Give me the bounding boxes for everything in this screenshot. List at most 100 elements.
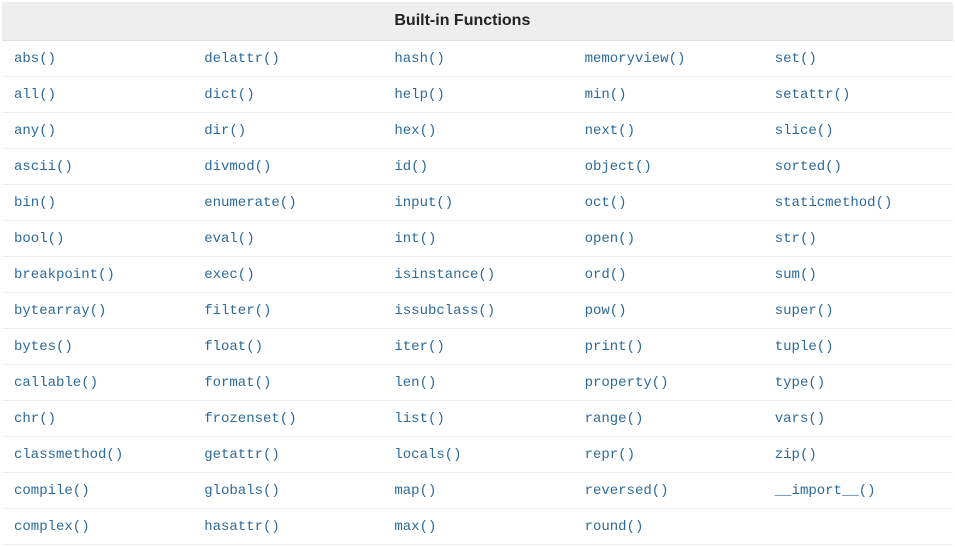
function-link[interactable]: ord() (585, 267, 627, 283)
function-link[interactable]: eval() (204, 231, 254, 247)
table-cell: memoryview() (573, 41, 763, 77)
function-link[interactable]: property() (585, 375, 669, 391)
function-link[interactable]: callable() (14, 375, 98, 391)
table-cell: ascii() (2, 149, 192, 185)
table-cell: any() (2, 113, 192, 149)
function-link[interactable]: help() (394, 87, 444, 103)
function-link[interactable]: format() (204, 375, 271, 391)
function-link[interactable]: list() (394, 411, 444, 427)
function-link[interactable]: next() (585, 123, 635, 139)
table-header-row: Built-in Functions (2, 2, 953, 41)
function-link[interactable]: tuple() (775, 339, 834, 355)
function-link[interactable]: type() (775, 375, 825, 391)
function-link[interactable]: setattr() (775, 87, 851, 103)
header-title: Built-in Functions (382, 2, 572, 41)
function-link[interactable]: hex() (394, 123, 436, 139)
function-link[interactable]: float() (204, 339, 263, 355)
table-cell: locals() (382, 437, 572, 473)
table-cell: isinstance() (382, 257, 572, 293)
function-link[interactable]: len() (394, 375, 436, 391)
function-link[interactable]: ascii() (14, 159, 73, 175)
function-link[interactable]: super() (775, 303, 834, 319)
function-link[interactable]: delattr() (204, 51, 280, 67)
table-cell: tuple() (763, 329, 953, 365)
function-link[interactable]: globals() (204, 483, 280, 499)
table-cell: pow() (573, 293, 763, 329)
function-link[interactable]: enumerate() (204, 195, 296, 211)
function-link[interactable]: all() (14, 87, 56, 103)
function-link[interactable]: issubclass() (394, 303, 495, 319)
function-link[interactable]: iter() (394, 339, 444, 355)
function-link[interactable]: reversed() (585, 483, 669, 499)
function-link[interactable]: getattr() (204, 447, 280, 463)
function-link[interactable]: str() (775, 231, 817, 247)
function-link[interactable]: locals() (394, 447, 461, 463)
table-cell: id() (382, 149, 572, 185)
function-link[interactable]: hasattr() (204, 519, 280, 535)
table-cell: object() (573, 149, 763, 185)
function-link[interactable]: input() (394, 195, 453, 211)
function-link[interactable]: classmethod() (14, 447, 123, 463)
table-cell: dir() (192, 113, 382, 149)
table-cell: issubclass() (382, 293, 572, 329)
function-link[interactable]: pow() (585, 303, 627, 319)
function-link[interactable]: frozenset() (204, 411, 296, 427)
function-link[interactable]: bytes() (14, 339, 73, 355)
function-link[interactable]: range() (585, 411, 644, 427)
function-link[interactable]: memoryview() (585, 51, 686, 67)
function-link[interactable]: id() (394, 159, 428, 175)
function-link[interactable]: zip() (775, 447, 817, 463)
function-link[interactable]: isinstance() (394, 267, 495, 283)
function-link[interactable]: sorted() (775, 159, 842, 175)
function-link[interactable]: bin() (14, 195, 56, 211)
table-cell: callable() (2, 365, 192, 401)
function-link[interactable]: round() (585, 519, 644, 535)
function-link[interactable]: set() (775, 51, 817, 67)
function-link[interactable]: filter() (204, 303, 271, 319)
table-cell: open() (573, 221, 763, 257)
function-link[interactable]: min() (585, 87, 627, 103)
table-cell: iter() (382, 329, 572, 365)
function-link[interactable]: dict() (204, 87, 254, 103)
function-link[interactable]: object() (585, 159, 652, 175)
table-cell: classmethod() (2, 437, 192, 473)
function-link[interactable]: any() (14, 123, 56, 139)
header-col-1 (2, 2, 192, 41)
function-link[interactable]: dir() (204, 123, 246, 139)
function-link[interactable]: hash() (394, 51, 444, 67)
function-link[interactable]: bool() (14, 231, 64, 247)
function-link[interactable]: map() (394, 483, 436, 499)
function-link[interactable]: open() (585, 231, 635, 247)
function-link[interactable]: int() (394, 231, 436, 247)
function-link[interactable]: staticmethod() (775, 195, 893, 211)
table-cell: round() (573, 509, 763, 545)
function-link[interactable]: slice() (775, 123, 834, 139)
table-cell: compile() (2, 473, 192, 509)
function-link[interactable]: complex() (14, 519, 90, 535)
function-link[interactable]: repr() (585, 447, 635, 463)
function-link[interactable]: divmod() (204, 159, 271, 175)
function-link[interactable]: __import__() (775, 483, 876, 499)
function-link[interactable]: compile() (14, 483, 90, 499)
function-link[interactable]: max() (394, 519, 436, 535)
table-cell: chr() (2, 401, 192, 437)
function-link[interactable]: breakpoint() (14, 267, 115, 283)
table-cell: sorted() (763, 149, 953, 185)
function-link[interactable]: exec() (204, 267, 254, 283)
function-link[interactable]: oct() (585, 195, 627, 211)
header-col-4 (573, 2, 763, 41)
function-link[interactable]: sum() (775, 267, 817, 283)
function-link[interactable]: chr() (14, 411, 56, 427)
table-cell: oct() (573, 185, 763, 221)
table-cell: dict() (192, 77, 382, 113)
table-cell: bin() (2, 185, 192, 221)
table-row: complex() hasattr() max() round() (2, 509, 953, 545)
function-link[interactable]: print() (585, 339, 644, 355)
function-link[interactable]: abs() (14, 51, 56, 67)
table-cell: int() (382, 221, 572, 257)
table-cell: property() (573, 365, 763, 401)
table-cell: hash() (382, 41, 572, 77)
table-cell: exec() (192, 257, 382, 293)
function-link[interactable]: bytearray() (14, 303, 106, 319)
function-link[interactable]: vars() (775, 411, 825, 427)
